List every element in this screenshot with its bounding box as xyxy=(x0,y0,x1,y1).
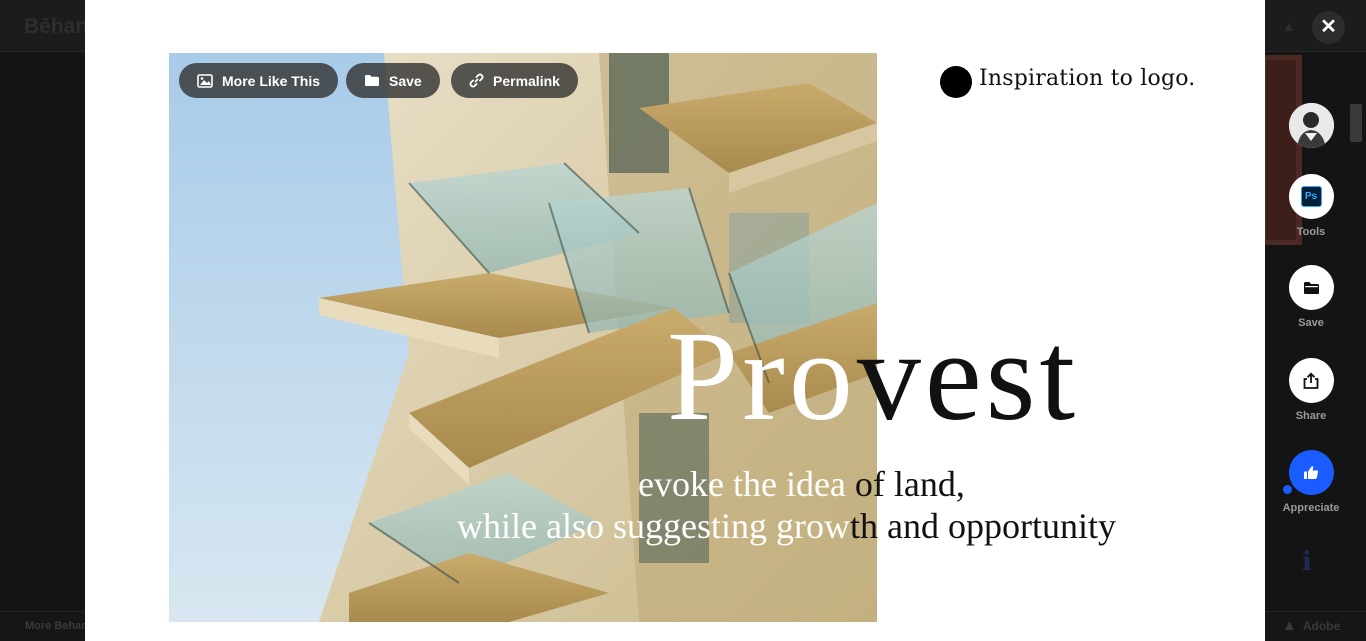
inspiration-text: Inspiration to logo. xyxy=(979,66,1196,91)
appreciate-button[interactable]: Appreciate xyxy=(1275,450,1347,514)
image-icon xyxy=(197,73,213,88)
info-button[interactable]: i xyxy=(1286,541,1328,583)
logo-dot xyxy=(940,66,972,98)
provest-title-light: Pro xyxy=(667,305,857,447)
adobe-footer-label: Adobe xyxy=(1302,618,1341,633)
save-side-label: Save xyxy=(1298,317,1324,329)
share-icon xyxy=(1303,372,1319,389)
permalink-button[interactable]: Permalink xyxy=(451,63,578,98)
more-like-this-button[interactable]: More Like This xyxy=(179,63,339,98)
share-circle[interactable] xyxy=(1288,358,1334,403)
avatar-portrait xyxy=(1288,103,1334,148)
scrollbar-thumb[interactable] xyxy=(1350,104,1362,142)
provest-title: Provest xyxy=(667,312,1079,440)
info-icon: i xyxy=(1302,547,1312,577)
tools-label: Tools xyxy=(1296,226,1326,238)
photoshop-icon: Ps xyxy=(1300,186,1322,207)
save-side-button[interactable]: Save xyxy=(1275,265,1347,329)
adobe-footer-logo[interactable]: ▲ Adobe xyxy=(1282,617,1340,634)
folder-icon xyxy=(1303,281,1319,294)
adobe-mark-icon: ▲ xyxy=(1282,617,1297,634)
close-icon: ✕ xyxy=(1320,16,1337,38)
save-circle[interactable] xyxy=(1288,265,1334,310)
share-button[interactable]: Share xyxy=(1275,358,1347,422)
tagline-line-1: evoke the idea of land, xyxy=(638,463,965,505)
appreciate-label: Appreciate xyxy=(1282,502,1340,514)
save-pill-button[interactable]: Save xyxy=(346,63,440,98)
permalink-label: Permalink xyxy=(493,72,560,89)
tagline-1-light: evoke the idea xyxy=(638,464,855,504)
save-pill-label: Save xyxy=(389,72,422,89)
adobe-logo-top[interactable]: ▲ xyxy=(1282,18,1296,34)
provest-title-dark: vest xyxy=(856,305,1079,447)
project-modal: More Like This Save Permalink Inspiratio… xyxy=(85,0,1265,641)
share-label: Share xyxy=(1295,410,1327,422)
tagline-2-light: while also suggesting grow xyxy=(457,506,850,546)
appreciate-circle[interactable] xyxy=(1288,450,1334,495)
close-button[interactable]: ✕ xyxy=(1312,11,1345,44)
folder-icon xyxy=(365,75,379,86)
tools-button[interactable]: Ps Tools xyxy=(1275,174,1347,238)
link-icon xyxy=(469,73,484,88)
tagline-2-dark: th and opportunity xyxy=(849,506,1116,546)
tagline-line-2: while also suggesting growth and opportu… xyxy=(457,505,1116,547)
more-like-this-label: More Like This xyxy=(222,72,321,89)
tagline-1-dark: of land, xyxy=(854,464,965,504)
avatar[interactable] xyxy=(1288,103,1334,148)
thumbs-up-icon xyxy=(1304,466,1319,479)
appreciate-notification-dot xyxy=(1283,485,1292,494)
tools-circle[interactable]: Ps xyxy=(1288,174,1334,219)
creator-avatar-button[interactable] xyxy=(1275,103,1347,148)
adobe-mark-icon: ▲ xyxy=(1282,18,1296,34)
